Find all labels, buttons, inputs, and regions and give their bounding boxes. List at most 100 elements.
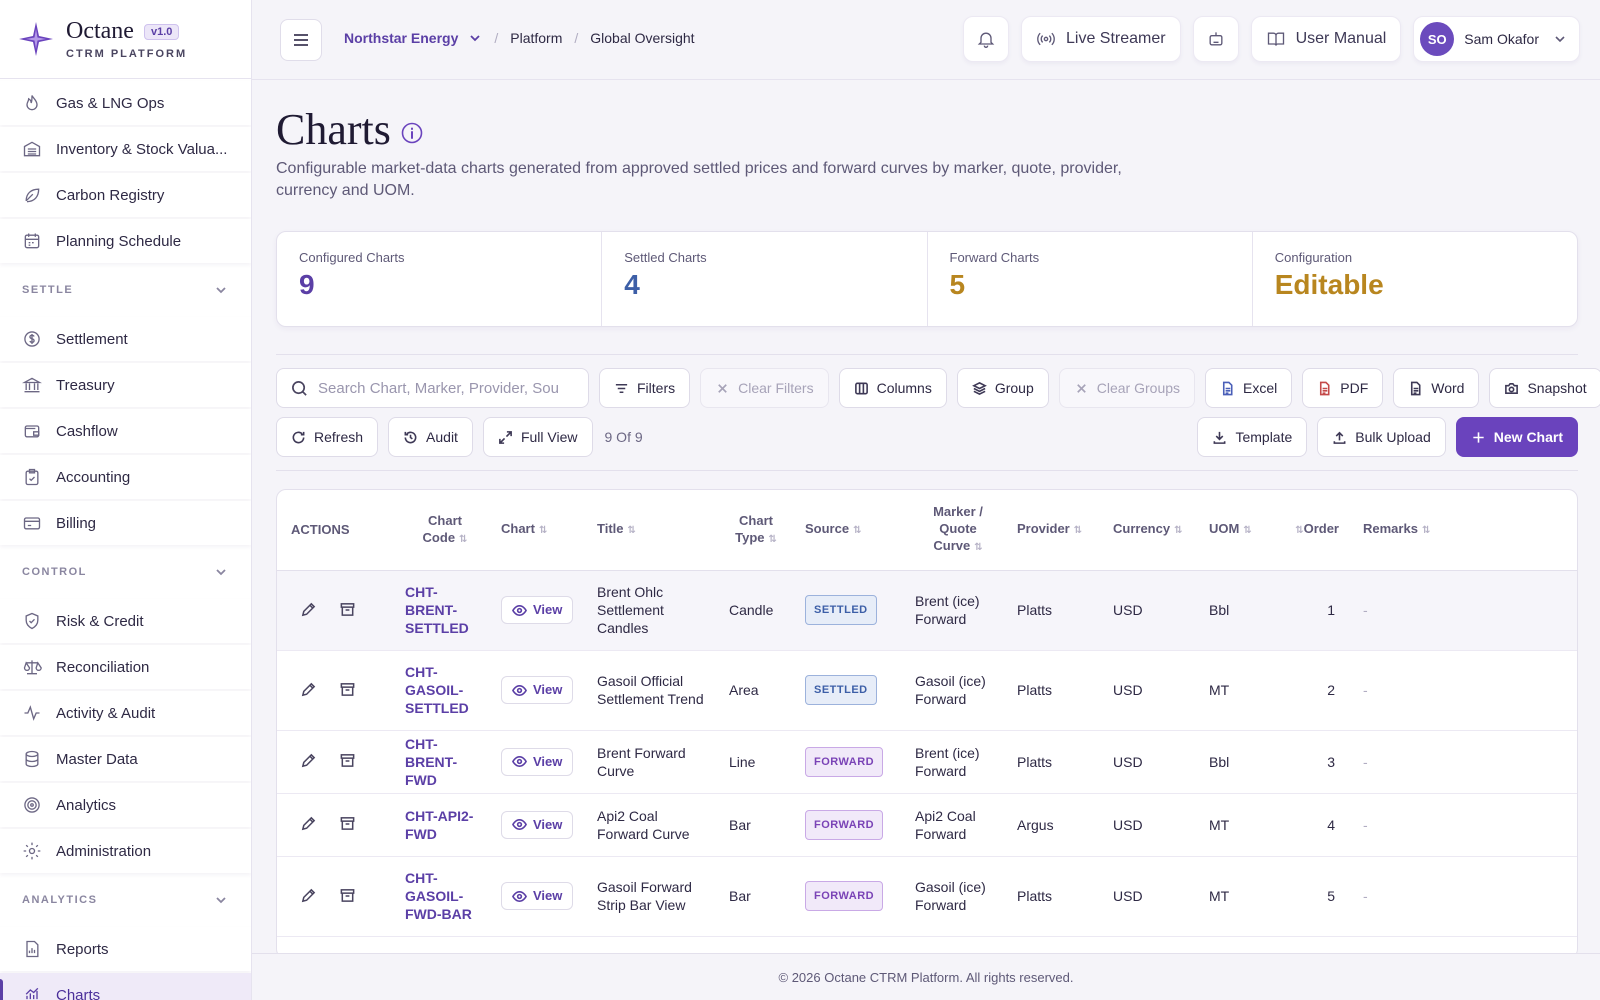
header-marker[interactable]: Marker / Quote Curve ⇅ — [907, 490, 1009, 571]
archive-icon[interactable] — [337, 750, 359, 772]
sidebar-item-reports[interactable]: Reports — [0, 927, 251, 971]
sidebar-item-treasury[interactable]: Treasury — [0, 363, 251, 407]
org-selector[interactable]: Northstar Energy — [344, 30, 482, 46]
sort-icon[interactable]: ⇅ — [1243, 525, 1251, 536]
sort-icon[interactable]: ⇅ — [974, 542, 982, 553]
search-input[interactable] — [318, 379, 588, 397]
export-excel-button[interactable]: Excel — [1205, 368, 1293, 408]
user-menu-button[interactable]: SO Sam Okafor — [1413, 16, 1580, 62]
brand-subtitle: CTRM PLATFORM — [66, 48, 188, 60]
template-button[interactable]: Template — [1197, 417, 1308, 457]
view-chart-button[interactable]: View — [501, 882, 574, 910]
snapshot-button[interactable]: Snapshot — [1489, 368, 1600, 408]
notifications-button[interactable] — [963, 16, 1009, 62]
header-title[interactable]: Title ⇅ — [589, 490, 715, 571]
edit-icon[interactable] — [297, 678, 319, 700]
header-source[interactable]: Source ⇅ — [797, 490, 907, 571]
chart-code-link[interactable]: CHT-GASOIL-FWD-BAR — [397, 856, 493, 937]
sort-icon[interactable]: ⇅ — [1074, 525, 1082, 536]
chart-cell: View — [493, 650, 589, 731]
archive-icon[interactable] — [337, 598, 359, 620]
copyright-text: © 2026 Octane CTRM Platform. All rights … — [778, 969, 1074, 985]
header-chart[interactable]: Chart ⇅ — [493, 490, 589, 571]
section-analytics[interactable]: ANALYTICS — [0, 875, 251, 925]
header-chart-code[interactable]: Chart Code ⇅ — [397, 490, 493, 571]
view-chart-button[interactable]: View — [501, 810, 574, 839]
chart-code-link[interactable]: CHT-BRENT-SETTLED — [397, 570, 493, 651]
section-settle[interactable]: SETTLE — [0, 265, 251, 315]
archive-icon[interactable] — [337, 678, 359, 700]
sidebar-item-charts[interactable]: Charts — [0, 973, 251, 1000]
sort-icon[interactable]: ⇅ — [769, 534, 777, 545]
chart-code-link[interactable]: CHT-BRENT-FWD — [397, 730, 493, 794]
sidebar-item-master-data[interactable]: Master Data — [0, 737, 251, 781]
chart-code-link[interactable]: CHT-API2-FWD — [397, 793, 493, 857]
sidebar-item-analytics[interactable]: Analytics — [0, 783, 251, 827]
sort-icon[interactable]: ⇅ — [853, 525, 861, 536]
sort-icon[interactable]: ⇅ — [459, 534, 467, 545]
provider-cell: Platts — [1009, 856, 1105, 937]
new-chart-button[interactable]: New Chart — [1455, 417, 1578, 457]
view-chart-button[interactable]: View — [501, 747, 574, 776]
chart-code-link[interactable]: CHT-GASOIL-SETTLED — [397, 650, 493, 731]
clear-groups-button[interactable]: Clear Groups — [1058, 368, 1196, 408]
sidebar-item-administration[interactable]: Administration — [0, 829, 251, 873]
live-streamer-button[interactable]: Live Streamer — [1021, 16, 1181, 62]
info-icon[interactable] — [401, 122, 423, 144]
header-order[interactable]: ⇅Order — [1273, 490, 1355, 571]
header-uom[interactable]: UOM ⇅ — [1201, 490, 1273, 571]
sidebar-item-cashflow[interactable]: Cashflow — [0, 409, 251, 453]
section-control[interactable]: CONTROL — [0, 547, 251, 597]
assistant-bot-button[interactable] — [1192, 16, 1239, 62]
sidebar-nav: Gas & LNG Ops Inventory & Stock Valua...… — [0, 81, 251, 1000]
refresh-button[interactable]: Refresh — [276, 417, 379, 457]
sort-icon[interactable]: ⇅ — [1422, 525, 1430, 536]
stat-settled-charts: Settled Charts 4 — [602, 232, 928, 326]
export-word-button[interactable]: Word — [1393, 368, 1480, 408]
header-remarks[interactable]: Remarks ⇅ — [1355, 490, 1577, 571]
edit-icon[interactable] — [297, 813, 319, 835]
columns-button[interactable]: Columns — [838, 368, 947, 408]
header-chart-type[interactable]: Chart Type ⇅ — [715, 490, 797, 571]
bulk-upload-button[interactable]: Bulk Upload — [1317, 417, 1446, 457]
user-manual-button[interactable]: User Manual — [1250, 16, 1402, 62]
sort-icon[interactable]: ⇅ — [1174, 525, 1182, 536]
view-chart-button[interactable]: View — [501, 676, 574, 704]
search-box[interactable] — [276, 368, 589, 408]
clear-groups-label: Clear Groups — [1096, 380, 1181, 396]
filters-button[interactable]: Filters — [599, 368, 691, 408]
menu-toggle-button[interactable] — [280, 19, 322, 61]
group-button[interactable]: Group — [956, 368, 1049, 408]
sort-icon[interactable]: ⇅ — [1295, 525, 1303, 536]
header-currency[interactable]: Currency ⇅ — [1105, 490, 1201, 571]
header-provider[interactable]: Provider ⇅ — [1009, 490, 1105, 571]
sidebar-item-accounting[interactable]: Accounting — [0, 455, 251, 499]
chevron-down-icon — [216, 897, 226, 904]
sidebar-item-settlement[interactable]: Settlement — [0, 317, 251, 361]
leaf-icon — [22, 185, 42, 205]
audit-button[interactable]: Audit — [388, 417, 473, 457]
edit-icon[interactable] — [297, 750, 319, 772]
breadcrumb-platform[interactable]: Platform — [510, 30, 562, 46]
sidebar-item-reconciliation[interactable]: Reconciliation — [0, 645, 251, 689]
sidebar-item-inventory[interactable]: Inventory & Stock Valua... — [0, 127, 251, 171]
edit-icon[interactable] — [297, 884, 319, 906]
sidebar-item-billing[interactable]: Billing — [0, 501, 251, 545]
sidebar-item-risk-credit[interactable]: Risk & Credit — [0, 599, 251, 643]
export-pdf-button[interactable]: PDF — [1302, 368, 1384, 408]
sidebar-item-gas-lng[interactable]: Gas & LNG Ops — [0, 81, 251, 125]
archive-icon[interactable] — [337, 884, 359, 906]
sidebar-item-activity-audit[interactable]: Activity & Audit — [0, 691, 251, 735]
credit-card-icon — [22, 513, 42, 533]
sidebar-item-carbon-registry[interactable]: Carbon Registry — [0, 173, 251, 217]
view-chart-button[interactable]: View — [501, 596, 574, 624]
clear-filters-button[interactable]: Clear Filters — [700, 368, 829, 408]
full-view-button[interactable]: Full View — [482, 417, 593, 457]
edit-icon[interactable] — [297, 598, 319, 620]
remarks-cell: - — [1355, 730, 1577, 794]
provider-cell: Platts — [1009, 650, 1105, 731]
sort-icon[interactable]: ⇅ — [539, 525, 547, 536]
archive-icon[interactable] — [337, 813, 359, 835]
sort-icon[interactable]: ⇅ — [628, 525, 636, 536]
sidebar-item-planning-schedule[interactable]: Planning Schedule — [0, 219, 251, 263]
